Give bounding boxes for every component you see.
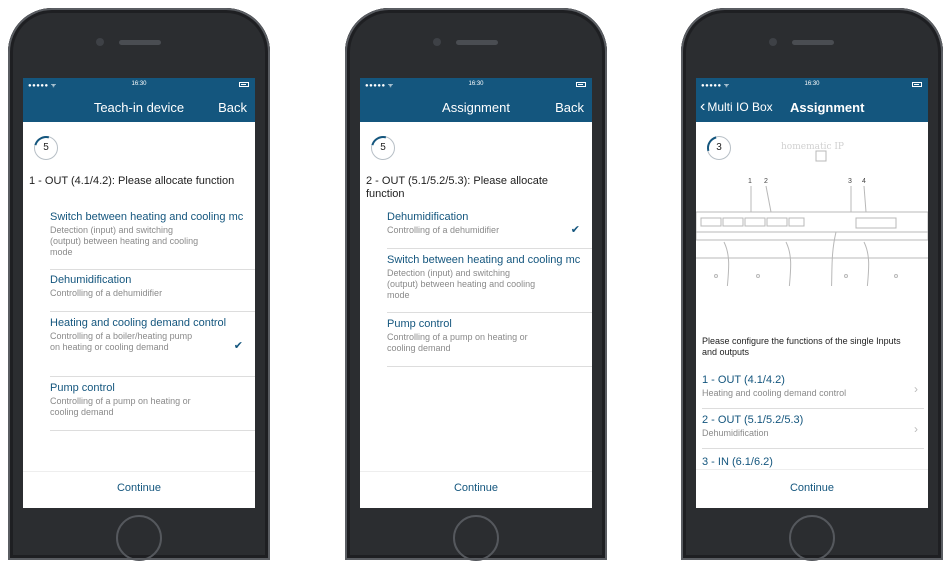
battery-icon xyxy=(912,82,922,87)
divider xyxy=(23,471,255,472)
speaker-grille xyxy=(456,40,498,45)
progress-arc xyxy=(366,131,400,165)
option-title: Heating and cooling demand control xyxy=(50,317,227,329)
status-time: 16:30 xyxy=(468,81,484,87)
back-button[interactable]: Back xyxy=(218,100,247,115)
io-row-out-2[interactable]: 2 - OUT (5.1/5.2/5.3) Dehumidification › xyxy=(702,414,924,449)
option-desc: Detection (input) and switching (output)… xyxy=(387,268,536,300)
continue-button[interactable]: Continue xyxy=(23,482,255,494)
row-desc: Heating and cooling demand control xyxy=(702,388,847,398)
option-dehumidification[interactable]: Dehumidification Controlling of a dehumi… xyxy=(50,274,255,312)
back-button[interactable]: Back xyxy=(555,100,584,115)
row-desc: Dehumidification xyxy=(702,428,769,438)
diagram-label-1: 1 xyxy=(748,178,752,185)
battery-icon xyxy=(576,82,586,87)
option-title: Switch between heating and cooling mc xyxy=(387,254,581,266)
status-bar: ●●●●● ᯤ 16:30 xyxy=(23,78,255,92)
diagram-label-3: 3 xyxy=(848,178,852,185)
option-title: Dehumidification xyxy=(50,274,132,286)
row-title: 2 - OUT (5.1/5.2/5.3) xyxy=(702,414,804,426)
option-switch-mode[interactable]: Switch between heating and cooling mc De… xyxy=(387,254,592,313)
status-time: 16:30 xyxy=(804,81,820,87)
speaker-grille xyxy=(119,40,161,45)
option-heating-cooling-demand[interactable]: Heating and cooling demand control Contr… xyxy=(50,317,255,377)
option-desc: Controlling of a dehumidifier xyxy=(50,288,163,298)
option-dehumidification[interactable]: Dehumidification Controlling of a dehumi… xyxy=(387,211,592,249)
io-row-out-1[interactable]: 1 - OUT (4.1/4.2) Heating and cooling de… xyxy=(702,374,924,409)
speaker-grille xyxy=(792,40,834,45)
wiring-diagram: 1 2 3 4 xyxy=(696,150,928,286)
home-button[interactable] xyxy=(789,515,835,561)
screen: ●●●●● ᯤ 16:30 Teach-in device Back 5 1 -… xyxy=(23,78,255,508)
phone-teach-in: ●●●●● ᯤ 16:30 Teach-in device Back 5 1 -… xyxy=(8,8,270,561)
option-title: Pump control xyxy=(50,382,115,394)
nav-bar: Teach-in device Back xyxy=(23,92,255,122)
io-row-in-3[interactable]: 3 - IN (6.1/6.2) xyxy=(702,454,924,468)
chevron-right-icon: › xyxy=(914,422,918,436)
phone-assignment: ●●●●● ᯤ 16:30 Assignment Back 5 2 - OUT … xyxy=(345,8,607,561)
home-button[interactable] xyxy=(453,515,499,561)
chevron-right-icon: › xyxy=(914,382,918,396)
camera-icon xyxy=(769,38,777,46)
checkmark-icon: ✔ xyxy=(570,224,580,236)
option-title: Pump control xyxy=(387,318,452,330)
status-bar: ●●●●● ᯤ 16:30 xyxy=(360,78,592,92)
nav-bar: Assignment Back xyxy=(360,92,592,122)
row-title: 1 - OUT (4.1/4.2) xyxy=(702,374,785,386)
status-time: 16:30 xyxy=(131,81,147,87)
step-indicator: 5 xyxy=(366,131,400,165)
option-pump-control[interactable]: Pump control Controlling of a pump on he… xyxy=(387,318,592,367)
camera-icon xyxy=(96,38,104,46)
battery-icon xyxy=(239,82,249,87)
step-indicator: 5 xyxy=(29,131,63,165)
camera-icon xyxy=(433,38,441,46)
divider xyxy=(696,469,928,470)
option-desc: Controlling of a pump on heating or cool… xyxy=(50,396,191,417)
section-heading: 2 - OUT (5.1/5.2/5.3): Please allocate f… xyxy=(366,175,548,200)
progress-arc xyxy=(29,131,63,165)
divider xyxy=(360,471,592,472)
screen: ●●●●● ᯤ 16:30 ‹ Multi IO Box Assignment … xyxy=(696,78,928,508)
option-desc: Controlling of a pump on heating or cool… xyxy=(387,332,528,353)
page-title: Assignment xyxy=(790,100,865,115)
back-button[interactable]: ‹ Multi IO Box xyxy=(700,97,773,115)
configure-instructions: Please configure the functions of the si… xyxy=(702,336,901,357)
nav-bar: ‹ Multi IO Box Assignment xyxy=(696,92,928,122)
diagram-label-4: 4 xyxy=(862,178,866,185)
status-bar: ●●●●● ᯤ 16:30 xyxy=(696,78,928,92)
option-desc: Controlling of a boiler/heating pump on … xyxy=(50,331,193,352)
home-button[interactable] xyxy=(116,515,162,561)
screen: ●●●●● ᯤ 16:30 Assignment Back 5 2 - OUT … xyxy=(360,78,592,508)
option-title: Dehumidification xyxy=(387,211,469,223)
checkmark-icon: ✔ xyxy=(233,340,243,352)
back-label: Multi IO Box xyxy=(707,100,773,114)
option-switch-mode[interactable]: Switch between heating and cooling mc De… xyxy=(50,211,255,270)
continue-button[interactable]: Continue xyxy=(360,482,592,494)
option-desc: Controlling of a dehumidifier xyxy=(387,225,500,235)
chevron-left-icon: ‹ xyxy=(700,97,706,115)
option-title: Switch between heating and cooling mc xyxy=(50,211,244,223)
option-desc: Detection (input) and switching (output)… xyxy=(50,225,199,257)
continue-button[interactable]: Continue xyxy=(696,482,928,494)
section-heading: 1 - OUT (4.1/4.2): Please allocate funct… xyxy=(29,175,235,187)
phone-multi-io-assignment: ●●●●● ᯤ 16:30 ‹ Multi IO Box Assignment … xyxy=(681,8,943,561)
diagram-label-2: 2 xyxy=(764,178,768,185)
row-title: 3 - IN (6.1/6.2) xyxy=(702,456,773,468)
option-pump-control[interactable]: Pump control Controlling of a pump on he… xyxy=(50,382,255,431)
